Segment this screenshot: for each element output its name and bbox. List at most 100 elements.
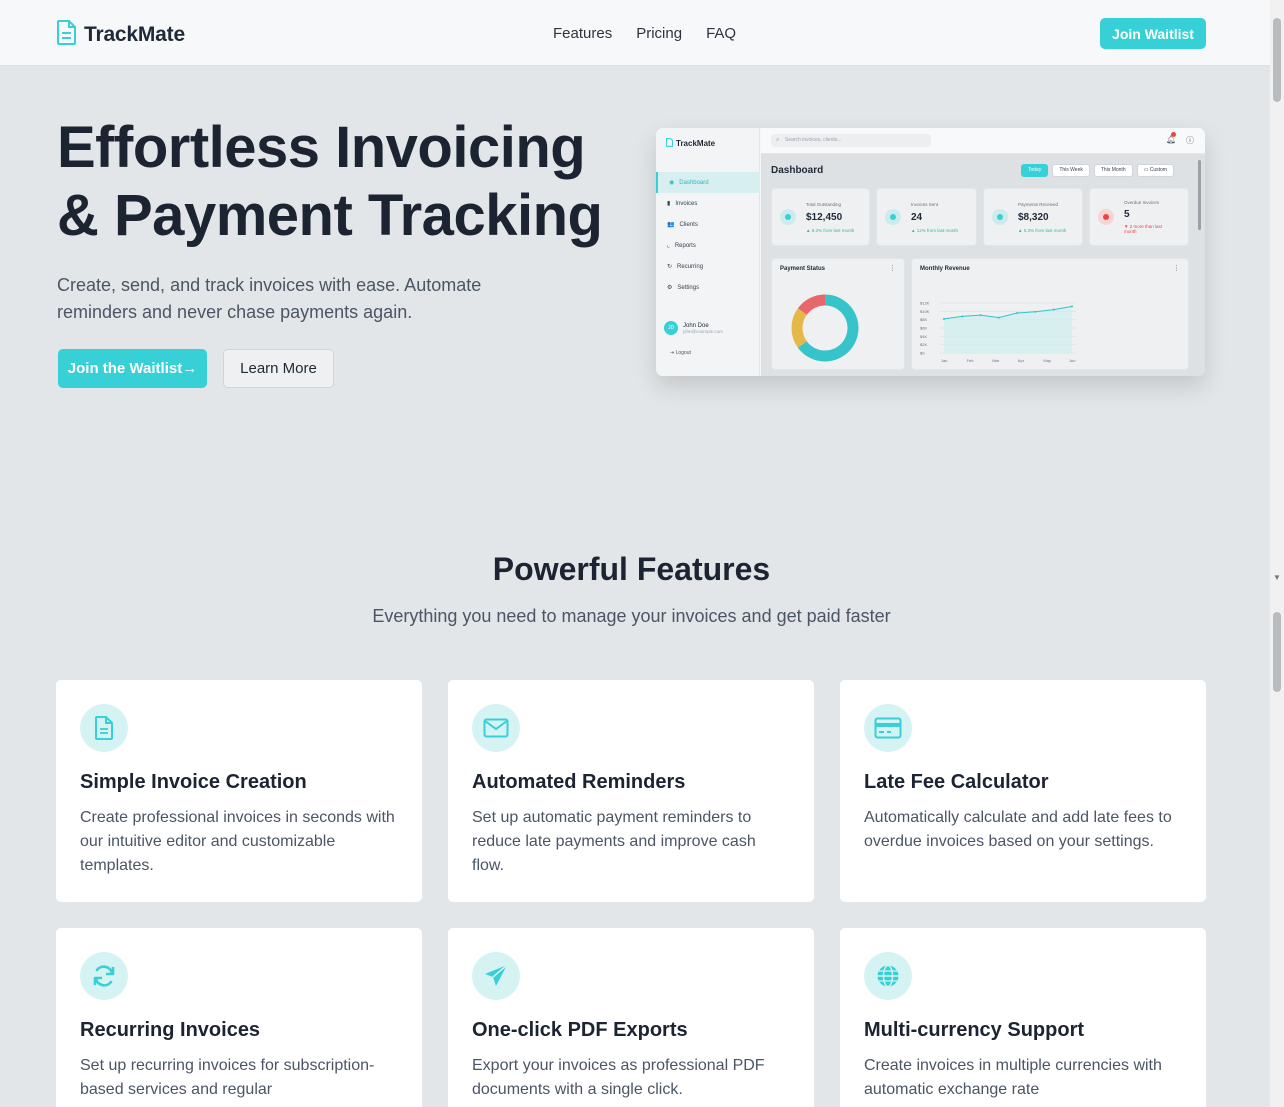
more-icon: ⋮ xyxy=(1173,265,1180,272)
preview-nav-label: Settings xyxy=(677,284,700,291)
stat-change: ▲ 5.3% from last month xyxy=(1018,228,1067,233)
preview-nav-clients: 👥 Clients xyxy=(656,214,760,235)
users-icon: 👥 xyxy=(667,222,675,228)
preview-stat-card: Invoices Sent 24 ▲ 12% from last month xyxy=(876,188,977,246)
scrollbar-thumb-secondary[interactable] xyxy=(1273,612,1281,692)
join-the-waitlist-label: Join the Waitlist xyxy=(67,360,183,377)
feature-desc: Set up automatic payment reminders to re… xyxy=(472,809,756,874)
preview-nav-label: Reports xyxy=(674,242,696,249)
panel-title: Payment Status xyxy=(780,266,826,272)
paper-plane-icon xyxy=(472,952,520,1000)
join-waitlist-button[interactable]: Join Waitlist xyxy=(1100,18,1206,49)
preview-search-placeholder: Search invoices, clients... xyxy=(785,137,842,143)
nav-link-features[interactable]: Features xyxy=(553,25,612,42)
feature-card: Simple Invoice Creation Create professio… xyxy=(55,679,423,903)
y-tick-label: $6K xyxy=(920,326,927,331)
hero-title-line2: & Payment Tracking xyxy=(57,183,603,248)
x-tick-label: Apr xyxy=(1018,358,1025,363)
feature-title: Late Fee Calculator xyxy=(864,771,1049,793)
refresh-icon: ↻ xyxy=(667,264,673,270)
scroll-down-arrow-icon[interactable]: ▼ xyxy=(1273,573,1281,582)
preview-sidebar: TrackMate ◉ Dashboard ▮ Invoices 👥 Clients … xyxy=(656,128,760,376)
preview-nav-label: Clients xyxy=(679,221,698,228)
x-tick-label: May xyxy=(1043,358,1051,363)
preview-user-email: john@example.com xyxy=(683,328,723,334)
y-tick-label: $12K xyxy=(920,301,930,306)
y-tick-label: $0 xyxy=(920,351,925,356)
revenue-point xyxy=(1016,312,1019,314)
preview-payment-status-panel: Payment Status ⋮ xyxy=(771,258,905,370)
panel-title: Monthly Revenue xyxy=(920,266,970,272)
revenue-point xyxy=(1034,310,1037,313)
revenue-point xyxy=(997,316,1000,319)
preview-heading: Dashboard xyxy=(771,165,824,176)
preview-scrollbar xyxy=(1198,160,1201,230)
hero-subtitle: Create, send, and track invoices with ea… xyxy=(57,275,482,322)
feature-title: Simple Invoice Creation xyxy=(80,771,307,793)
feature-title: One-click PDF Exports xyxy=(472,1019,688,1041)
stat-change: ▼ 2 more than last month xyxy=(1124,224,1162,234)
preview-filter-label: Custom xyxy=(1149,167,1167,173)
stat-value: $12,450 xyxy=(806,212,843,223)
stat-change: ▲ 8.2% from last month xyxy=(806,228,855,233)
learn-more-button[interactable]: Learn More xyxy=(223,349,334,388)
brand-logo[interactable]: TrackMate xyxy=(57,20,185,50)
donut-slice xyxy=(791,308,808,348)
feature-card: One-click PDF Exports Export your invoic… xyxy=(447,927,815,1107)
notification-badge xyxy=(1171,132,1176,137)
feature-card: Automated Reminders Set up automatic pay… xyxy=(447,679,815,903)
envelope-icon xyxy=(472,704,520,752)
gear-icon: ⚙ xyxy=(667,285,673,291)
arrow-right-icon: → xyxy=(182,360,198,377)
document-logo-icon xyxy=(665,137,674,149)
preview-nav-dashboard: ◉ Dashboard xyxy=(656,172,760,193)
feature-desc: Automatically calculate and add late fee… xyxy=(864,809,1172,850)
invoice-icon: ▮ xyxy=(667,201,671,207)
stat-label: Total Outstanding xyxy=(806,202,842,207)
dashboard-icon: ◉ xyxy=(669,180,675,186)
join-the-waitlist-button[interactable]: Join the Waitlist→ xyxy=(58,349,207,388)
preview-brand: TrackMate xyxy=(665,137,716,149)
feature-desc: Create professional invoices in seconds … xyxy=(80,809,395,874)
y-tick-label: $10K xyxy=(920,309,930,314)
preview-filter: Today xyxy=(1021,164,1049,177)
scrollbar-thumb[interactable] xyxy=(1273,18,1281,102)
nav-link-pricing[interactable]: Pricing xyxy=(636,25,682,42)
brand-name: TrackMate xyxy=(84,23,185,46)
money-icon xyxy=(780,209,796,225)
revenue-point xyxy=(943,317,945,320)
page-scrollbar[interactable]: ▼ xyxy=(1270,0,1284,1107)
document-icon xyxy=(885,209,901,225)
more-icon: ⋮ xyxy=(889,265,896,272)
stat-label: Payments Received xyxy=(1018,202,1059,207)
nav-links: Features Pricing FAQ xyxy=(553,25,736,42)
nav-link-faq[interactable]: FAQ xyxy=(706,25,736,42)
preview-monthly-revenue-panel: Monthly Revenue ⋮ $12K $10K $8K $6K $4K $2K $0… xyxy=(911,258,1189,370)
feature-desc: Set up recurring invoices for subscripti… xyxy=(80,1057,375,1098)
revenue-area xyxy=(944,306,1072,353)
preview-search: ⌕ Search invoices, clients... xyxy=(771,134,931,147)
y-tick-label: $4K xyxy=(920,334,927,339)
stat-change: ▲ 12% from last month xyxy=(911,228,958,233)
x-tick-label: Jun xyxy=(1069,358,1075,363)
donut-slice xyxy=(797,294,826,316)
stat-label: Invoices Sent xyxy=(911,202,939,207)
refresh-icon xyxy=(80,952,128,1000)
preview-filter: This Month xyxy=(1093,164,1133,177)
chart-icon: ⌞ xyxy=(667,243,670,249)
y-tick-label: $2K xyxy=(920,342,927,347)
preview-nav-label: Dashboard xyxy=(679,179,709,186)
preview-brand-name: TrackMate xyxy=(676,139,716,148)
document-icon xyxy=(80,704,128,752)
preview-stat-card: Payments Received $8,320 ▲ 5.3% from las… xyxy=(983,188,1083,246)
preview-stat-card: Total Outstanding $12,450 ▲ 8.2% from la… xyxy=(771,188,870,246)
preview-main: Dashboard Today This Week This Month ▭ C… xyxy=(761,154,1205,376)
feature-title: Recurring Invoices xyxy=(80,1019,261,1041)
preview-nav-label: Recurring xyxy=(677,263,704,270)
preview-nav-reports: ⌞ Reports xyxy=(656,235,760,256)
preview-filter-custom: ▭ Custom xyxy=(1136,164,1174,177)
preview-nav-label: Invoices xyxy=(675,200,698,207)
x-tick-label: Jan xyxy=(941,358,947,363)
stat-label: Overdue Invoices xyxy=(1124,200,1160,205)
feature-title: Automated Reminders xyxy=(472,771,686,793)
